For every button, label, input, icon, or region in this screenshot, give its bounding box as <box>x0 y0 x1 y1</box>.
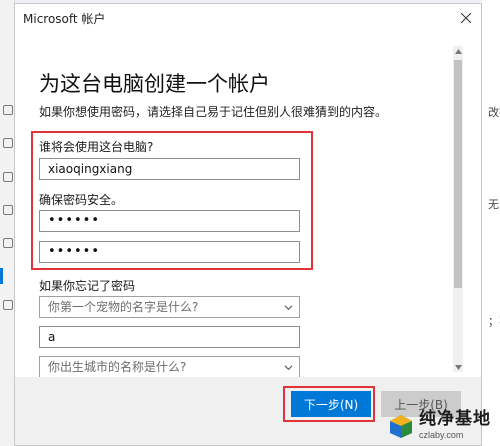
background-icon <box>3 300 13 310</box>
background-selected-indicator <box>0 268 3 284</box>
user-label: 谁将会使用这台电脑? <box>39 140 154 154</box>
background-icon <box>3 205 13 215</box>
watermark-brand: 纯净基地 <box>419 409 491 429</box>
password-input[interactable]: •••••• <box>39 210 300 232</box>
dialog-content: 为这台电脑创建一个帐户 如果你想使用密码，请选择自己易于记住但别人很难猜到的内容… <box>15 32 451 377</box>
background-window-content: 改密 无 ；不 <box>482 0 500 446</box>
scrollbar-thumb[interactable] <box>454 60 462 288</box>
caret-up-icon <box>454 48 462 54</box>
background-text: 改密 <box>488 106 500 119</box>
page-title: 为这台电脑创建一个帐户 <box>39 72 270 96</box>
password-label: 确保密码安全。 <box>39 193 124 207</box>
page-description: 如果你想使用密码，请选择自己易于记住但别人很难猜到的内容。 <box>39 105 388 119</box>
chevron-down-icon <box>284 305 293 311</box>
watermark-url: czlaby.com <box>419 430 464 440</box>
security-question-1-value: 你第一个宠物的名字是什么? <box>48 300 199 314</box>
vertical-scrollbar[interactable] <box>453 46 463 372</box>
background-text: ；不 <box>488 315 500 328</box>
watermark: 纯净基地 czlaby.com <box>388 405 500 446</box>
password-confirm-input[interactable]: •••••• <box>39 241 300 263</box>
microsoft-account-dialog: Microsoft 帐户 为这台电脑创建一个帐户 如果你想使用密码，请选择自己易… <box>14 3 482 446</box>
security-question-2-value: 你出生城市的名称是什么? <box>48 360 187 374</box>
next-button[interactable]: 下一步(N) <box>291 391 371 417</box>
close-icon <box>461 13 471 23</box>
scroll-up-button[interactable] <box>453 46 463 56</box>
background-icon <box>3 105 13 115</box>
background-icon <box>3 238 13 248</box>
background-icon <box>3 172 13 182</box>
security-question-1-select[interactable]: 你第一个宠物的名字是什么? <box>39 296 300 318</box>
caret-down-icon <box>454 364 462 370</box>
scroll-down-button[interactable] <box>453 362 463 372</box>
background-icon <box>3 138 13 148</box>
forgot-password-label: 如果你忘记了密码 <box>39 279 136 293</box>
security-question-2-select[interactable]: 你出生城市的名称是什么? <box>39 356 300 377</box>
background-text: 无 <box>488 198 499 211</box>
username-input[interactable]: xiaoqingxiang <box>39 158 300 180</box>
close-button[interactable] <box>457 9 475 27</box>
chevron-down-icon <box>284 365 293 371</box>
security-answer-1-input[interactable]: a <box>39 326 300 348</box>
background-window-sidebar <box>0 0 15 446</box>
dialog-title: Microsoft 帐户 <box>23 11 106 26</box>
watermark-logo-icon <box>390 414 412 438</box>
